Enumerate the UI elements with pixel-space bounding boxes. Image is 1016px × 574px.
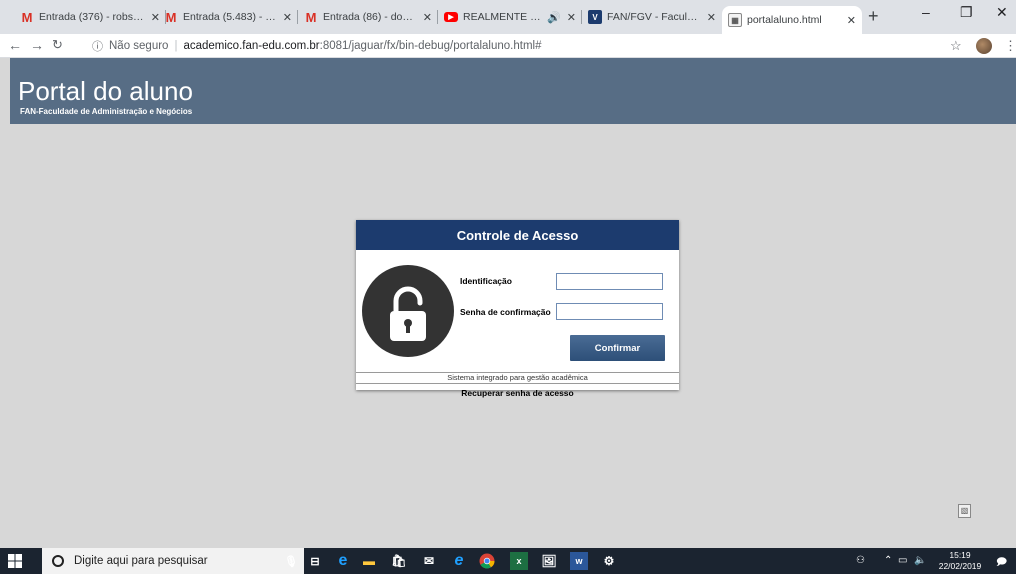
clock-date: 22/02/2019: [938, 561, 982, 571]
audio-icon[interactable]: 🔊: [547, 11, 561, 24]
tab-title: Entrada (86) - donadeco: [323, 11, 417, 23]
menu-icon[interactable]: ⋮: [1004, 38, 1016, 54]
close-tab-icon[interactable]: ✕: [283, 11, 292, 24]
password-input[interactable]: [556, 303, 663, 320]
tab-fgv[interactable]: V FAN/FGV - Faculdade d ✕: [582, 4, 722, 30]
tab-gmail-1[interactable]: M Entrada (376) - robson.l ✕: [14, 4, 166, 30]
info-icon[interactable]: ⓘ: [92, 38, 103, 54]
page-icon: ▦: [728, 13, 742, 27]
new-tab-button[interactable]: +: [868, 6, 879, 27]
browser-tab-strip: M Entrada (376) - robson.l ✕ M Entrada (…: [0, 0, 1016, 34]
profile-avatar[interactable]: [976, 38, 992, 54]
dialog-title: Controle de Acesso: [356, 220, 679, 250]
minimize-button[interactable]: –: [922, 4, 930, 20]
settings-gear-icon[interactable]: ⚙: [600, 552, 618, 570]
password-label: Senha de confirmação: [460, 307, 551, 317]
search-placeholder: Digite aqui para pesquisar: [74, 555, 208, 567]
lock-icon: [362, 265, 454, 357]
tab-portal-active[interactable]: ▦ portalaluno.html ✕: [722, 6, 862, 34]
file-explorer-icon[interactable]: ▬: [360, 552, 378, 570]
network-icon[interactable]: ▭: [898, 555, 907, 566]
youtube-icon: ▶: [444, 12, 458, 22]
reload-icon[interactable]: ↻: [52, 37, 63, 53]
page-subtitle: FAN-Faculdade de Administração e Negócio…: [20, 107, 193, 116]
volume-icon[interactable]: 🔈: [914, 555, 926, 566]
gmail-icon: M: [21, 9, 33, 25]
browser-toolbar: ← → ↻ ⓘ Não seguro | academico.fan-edu.c…: [0, 34, 1016, 58]
close-tab-icon[interactable]: ✕: [423, 11, 432, 24]
confirm-button[interactable]: Confirmar: [570, 335, 665, 361]
url-host: academico.fan-edu.com.br: [183, 40, 320, 52]
tab-title: FAN/FGV - Faculdade d: [607, 11, 701, 23]
portal-header: Portal do aluno FAN-Faculdade de Adminis…: [10, 58, 1016, 124]
internet-explorer-icon[interactable]: e: [450, 552, 468, 570]
tab-title: REALMENTE JESUS: [463, 11, 541, 23]
chevron-up-icon[interactable]: ⌃: [884, 555, 892, 566]
windows-taskbar: Digite aqui para pesquisar 🎙 ⊟ e ▬ 🛍 ✉ e…: [0, 548, 1016, 574]
recover-password-link[interactable]: Recuperar senha de acesso: [356, 388, 679, 398]
url-path: :8081/jaguar/fx/bin-debug/portalaluno.ht…: [319, 40, 542, 52]
close-window-button[interactable]: ✕: [996, 4, 1008, 21]
excel-icon[interactable]: x: [510, 552, 528, 570]
close-tab-icon[interactable]: ✕: [847, 14, 856, 27]
security-status: Não seguro: [109, 40, 169, 52]
id-label: Identificação: [460, 276, 512, 286]
page-content: Portal do aluno FAN-Faculdade de Adminis…: [10, 58, 1016, 548]
gmail-icon: M: [305, 9, 317, 25]
microphone-icon[interactable]: 🎙: [282, 552, 300, 570]
gmail-icon: M: [165, 9, 177, 25]
close-tab-icon[interactable]: ✕: [707, 11, 716, 24]
chrome-icon[interactable]: [478, 552, 496, 570]
photos-icon[interactable]: 🖼: [540, 552, 558, 570]
forward-arrow-icon[interactable]: →: [30, 37, 44, 53]
fgv-icon: V: [588, 10, 602, 24]
edge-icon[interactable]: e: [334, 552, 352, 570]
people-icon[interactable]: ⚇: [856, 555, 865, 566]
tab-title: Entrada (376) - robson.l: [39, 11, 145, 23]
tab-title: portalaluno.html: [747, 14, 822, 26]
word-icon[interactable]: w: [570, 552, 588, 570]
broken-image-icon: ▧: [958, 504, 971, 518]
back-arrow-icon[interactable]: ←: [8, 37, 22, 53]
dialog-footer: Sistema integrado para gestão acadêmica: [356, 372, 679, 384]
id-input[interactable]: [556, 273, 663, 290]
notifications-icon[interactable]: 🗩: [996, 555, 1007, 572]
tab-title: Entrada (5.483) - robson: [183, 11, 277, 23]
clock-time: 15:19: [949, 550, 971, 560]
windows-start-icon[interactable]: [8, 554, 22, 568]
tab-youtube[interactable]: ▶ REALMENTE JESUS 🔊 ✕: [438, 4, 582, 30]
tab-gmail-3[interactable]: M Entrada (86) - donadeco ✕: [298, 4, 438, 30]
task-view-icon[interactable]: ⊟: [306, 552, 324, 570]
bookmark-star-icon[interactable]: ☆: [950, 38, 962, 54]
address-bar[interactable]: ⓘ Não seguro | academico.fan-edu.com.br:…: [92, 36, 972, 56]
tab-gmail-2[interactable]: M Entrada (5.483) - robson ✕: [158, 4, 298, 30]
login-dialog: Controle de Acesso Identificação Senha d…: [356, 220, 679, 390]
taskbar-search-box[interactable]: Digite aqui para pesquisar: [42, 548, 304, 574]
page-title: Portal do aluno: [18, 76, 193, 106]
store-icon[interactable]: 🛍: [390, 552, 408, 570]
restore-button[interactable]: ❐: [960, 4, 973, 21]
cortana-icon: [52, 555, 64, 567]
mail-icon[interactable]: ✉: [420, 552, 438, 570]
taskbar-clock[interactable]: 15:19 22/02/2019: [936, 550, 984, 572]
close-tab-icon[interactable]: ✕: [567, 11, 576, 24]
